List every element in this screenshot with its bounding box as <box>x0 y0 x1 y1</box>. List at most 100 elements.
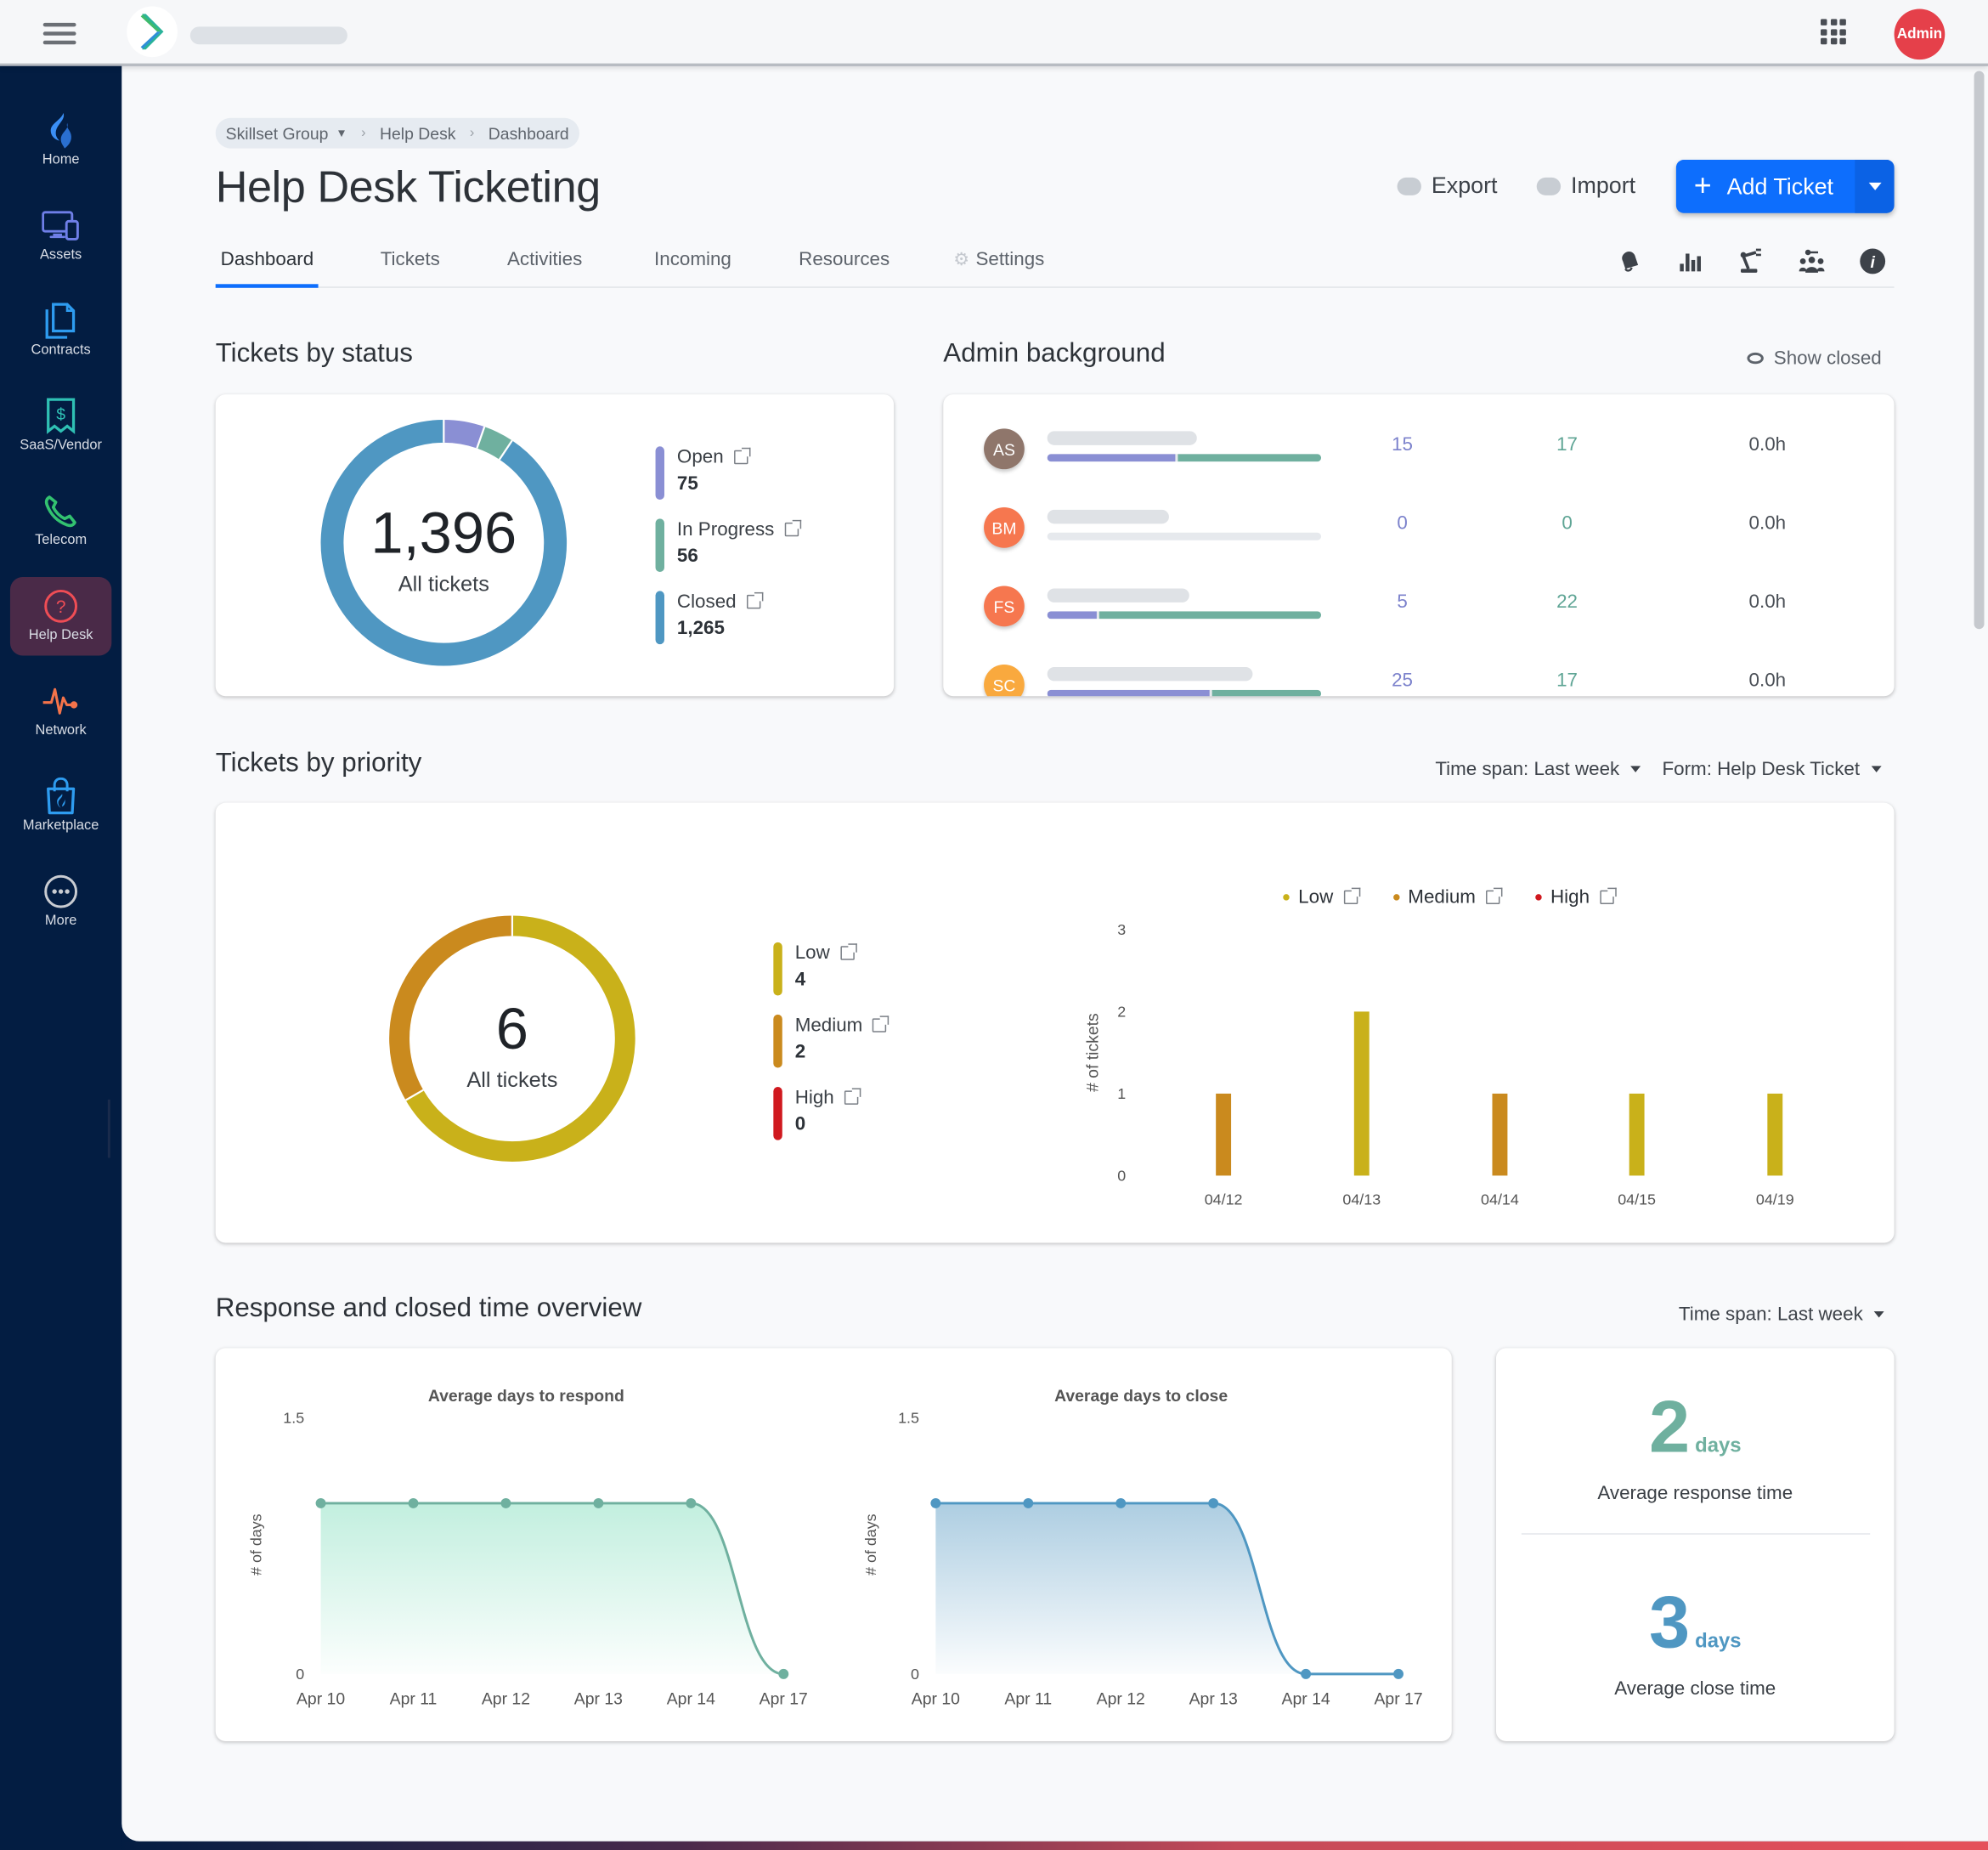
legend-link-medium[interactable]: Medium <box>795 1015 890 1036</box>
admin-name-placeholder <box>1047 509 1169 524</box>
donut-slice-in-progress <box>477 427 512 460</box>
x-tick-label: Apr 17 <box>1374 1690 1422 1709</box>
x-tick-label: Apr 12 <box>1097 1690 1145 1709</box>
legend-item-closed: Closed 1,265 <box>655 591 799 645</box>
cloud-upload-icon <box>1536 177 1562 195</box>
y-tick-label: 2 <box>1117 1003 1126 1020</box>
priority-total-label: All tickets <box>466 1067 558 1092</box>
bar-legend-low[interactable]: Low <box>1283 886 1360 908</box>
sidebar-item-marketplace[interactable]: Marketplace <box>10 767 111 846</box>
caret-down-icon <box>1874 1311 1885 1318</box>
caret-down-icon[interactable]: ▼ <box>336 127 347 139</box>
bar-chart-icon[interactable] <box>1676 247 1704 275</box>
priority-form-dropdown[interactable]: Form: Help Desk Ticket <box>1662 758 1882 780</box>
tab-incoming[interactable]: Incoming <box>649 249 737 288</box>
robot-arm-icon[interactable] <box>1737 247 1765 275</box>
legend-link-closed[interactable]: Closed <box>677 591 799 613</box>
add-ticket-button-group: + Add Ticket <box>1675 160 1895 213</box>
add-ticket-button[interactable]: + Add Ticket <box>1676 160 1855 213</box>
legend-link-low[interactable]: Low <box>795 942 887 964</box>
data-point-apr-14 <box>1301 1668 1312 1679</box>
admin-in-progress-count[interactable]: 0 <box>1539 512 1595 534</box>
sidebar-item-label: More <box>44 913 77 929</box>
admin-progress-bar <box>1047 532 1322 540</box>
admin-in-progress-count[interactable]: 22 <box>1539 591 1595 612</box>
sidebar-item-home[interactable]: Home <box>10 101 111 180</box>
legend-swatch <box>655 591 664 645</box>
tab-dashboard[interactable]: Dashboard <box>215 249 319 288</box>
chevron-logo-icon[interactable] <box>127 6 178 58</box>
admin-open-count[interactable]: 0 <box>1375 512 1431 534</box>
breadcrumb-item-module[interactable]: Help Desk <box>380 124 455 143</box>
x-tick-label: Apr 10 <box>912 1690 960 1709</box>
sidebar-item-saas-vendor[interactable]: $ SaaS/Vendor <box>10 387 111 466</box>
grid-apps-icon[interactable] <box>1821 19 1846 45</box>
legend-link-in-progress[interactable]: In Progress <box>677 518 801 540</box>
legend-item-in-progress: In Progress 56 <box>655 518 801 573</box>
import-button[interactable]: Import <box>1536 173 1635 199</box>
averages-card: 2 days Average response time 3 days Averag… <box>1495 1348 1895 1741</box>
section-title-response: Response and closed time overview <box>215 1293 642 1323</box>
avatar: SC <box>984 664 1025 697</box>
legend-value: 2 <box>794 1041 806 1063</box>
sidebar-resize-handle[interactable] <box>107 1099 110 1158</box>
data-point-apr-10 <box>315 1497 326 1508</box>
y-tick-label: 1.5 <box>283 1409 304 1426</box>
legend-link-high[interactable]: High <box>795 1087 887 1108</box>
external-link-icon <box>733 447 751 465</box>
y-axis-label: # of days <box>862 1513 879 1576</box>
divider <box>1521 1533 1871 1535</box>
sidebar-item-network[interactable]: Network <box>10 672 111 751</box>
section-title-admin: Admin background <box>943 338 1166 368</box>
bar-low-04-15 <box>1629 1093 1645 1176</box>
response-time-span-dropdown[interactable]: Time span: Last week <box>1679 1304 1885 1326</box>
hamburger-icon[interactable] <box>42 22 76 46</box>
admin-row[interactable]: FS 5 22 0.0h <box>943 586 1894 636</box>
sidebar-item-more[interactable]: More <box>10 863 111 942</box>
legend-item-medium: Medium 2 <box>773 1014 890 1069</box>
tab-tickets[interactable]: Tickets <box>376 249 445 288</box>
x-tick-label: 04/12 <box>1205 1191 1243 1208</box>
breadcrumb-item-company[interactable]: Skillset Group <box>226 124 329 143</box>
legend-link-open[interactable]: Open <box>677 446 799 468</box>
admin-row[interactable]: SC 25 17 0.0h <box>943 664 1894 697</box>
admin-row[interactable]: BM 0 0 0.0h <box>943 506 1894 558</box>
phone-icon <box>42 492 80 530</box>
sidebar-item-assets[interactable]: Assets <box>10 196 111 275</box>
x-tick-label: Apr 14 <box>1282 1690 1330 1709</box>
admin-row[interactable]: AS 15 17 0.0h <box>943 428 1894 479</box>
legend-dot <box>1392 894 1399 901</box>
vertical-scrollbar[interactable] <box>1974 71 1985 630</box>
tab-activities[interactable]: Activities <box>502 249 587 288</box>
svg-text:?: ? <box>56 597 66 617</box>
sidebar-item-help-desk[interactable]: ? Help Desk <box>9 577 112 656</box>
user-avatar[interactable]: Admin <box>1894 8 1946 60</box>
admin-open-count[interactable]: 25 <box>1375 670 1431 691</box>
svg-text:i: i <box>1871 253 1876 272</box>
bar-legend-medium[interactable]: Medium <box>1392 886 1503 908</box>
info-icon[interactable]: i <box>1859 247 1887 275</box>
admin-open-count[interactable]: 15 <box>1375 433 1431 455</box>
data-point-apr-12 <box>1115 1497 1127 1508</box>
tab-resources[interactable]: Resources <box>794 249 895 288</box>
eye-icon <box>1747 352 1764 365</box>
x-tick-label: Apr 13 <box>1189 1690 1238 1709</box>
avatar: FS <box>984 586 1025 627</box>
admin-open-count[interactable]: 5 <box>1375 591 1431 612</box>
sidebar-item-label: Network <box>35 722 87 738</box>
sidebar-item-contracts[interactable]: Contracts <box>10 291 111 371</box>
add-ticket-dropdown-toggle[interactable] <box>1855 160 1895 213</box>
bar-legend-high[interactable]: High <box>1535 886 1617 908</box>
bell-icon[interactable] <box>1615 247 1643 275</box>
receipt-dollar-icon: $ <box>42 397 80 435</box>
people-key-icon[interactable] <box>1798 247 1826 275</box>
admin-in-progress-count[interactable]: 17 <box>1539 670 1595 691</box>
priority-time-span-dropdown[interactable]: Time span: Last week <box>1435 758 1641 780</box>
export-button[interactable]: Export <box>1397 173 1498 199</box>
sidebar-item-telecom[interactable]: Telecom <box>10 482 111 561</box>
tab-settings[interactable]: ⚙ Settings <box>948 249 1049 288</box>
admin-in-progress-count[interactable]: 17 <box>1539 433 1595 455</box>
sidebar-item-label: Marketplace <box>22 818 99 834</box>
show-closed-toggle[interactable]: Show closed <box>1747 348 1882 369</box>
data-point-apr-13 <box>593 1497 604 1508</box>
